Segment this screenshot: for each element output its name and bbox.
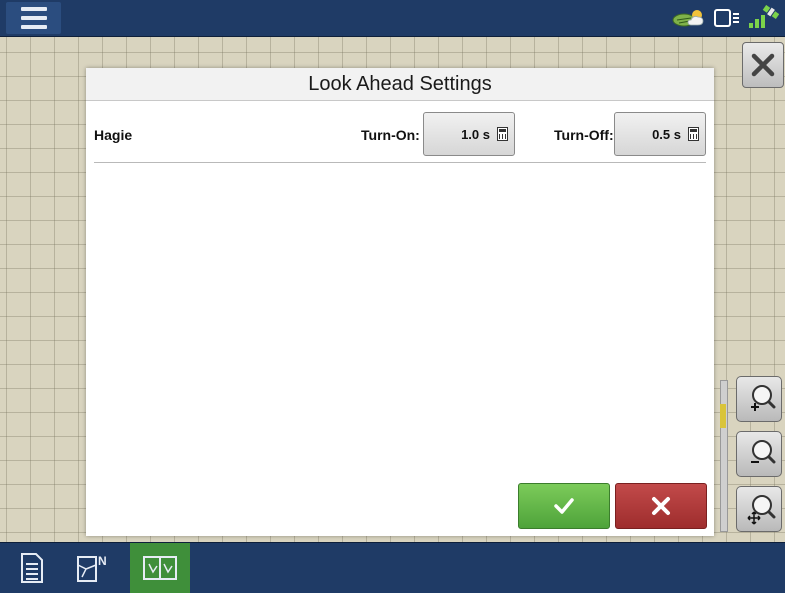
turn-on-label: Turn-On: (361, 127, 420, 143)
turn-on-value: 1.0 s (461, 127, 490, 142)
svg-text:N: N (98, 554, 107, 568)
status-icons (671, 4, 779, 32)
cancel-button[interactable] (615, 483, 707, 529)
implement-name: Hagie (94, 127, 133, 143)
tab-field-map[interactable]: N (66, 543, 118, 593)
calculator-icon (688, 127, 699, 141)
zoom-extents-button[interactable] (736, 486, 782, 532)
ok-button[interactable] (518, 483, 610, 529)
turn-off-label: Turn-Off: (554, 127, 614, 143)
implement-row: Hagie Turn-On: 1.0 s Turn-Off: 0.5 s (94, 108, 706, 163)
zoom-slider-track[interactable] (720, 380, 728, 532)
zoom-slider-thumb[interactable] (720, 404, 726, 428)
field-weather-icon[interactable] (671, 6, 707, 30)
close-icon (751, 53, 775, 77)
tab-split-view[interactable] (130, 543, 190, 593)
zoom-extents-icon (747, 495, 776, 525)
document-icon (21, 553, 43, 583)
zoom-in-button[interactable] (736, 376, 782, 422)
turn-off-field[interactable]: 0.5 s (614, 112, 706, 156)
turn-on-field[interactable]: 1.0 s (423, 112, 515, 156)
zoom-out-button[interactable] (736, 431, 782, 477)
checkmark-icon (554, 498, 574, 514)
tab-documents[interactable] (6, 543, 58, 593)
gps-signal-icon[interactable] (747, 5, 779, 31)
top-bar (0, 0, 785, 37)
calculator-icon (497, 127, 508, 141)
zoom-out-icon (751, 440, 776, 464)
x-icon (652, 497, 670, 515)
display-connection-icon[interactable] (713, 6, 741, 30)
split-view-icon (143, 556, 177, 580)
hamburger-menu-icon[interactable] (6, 2, 61, 34)
look-ahead-dialog: Look Ahead Settings Hagie Turn-On: 1.0 s… (86, 68, 714, 536)
field-map-icon: N (77, 554, 107, 582)
turn-off-value: 0.5 s (652, 127, 681, 142)
dialog-title: Look Ahead Settings (86, 68, 714, 101)
bottom-bar: N (0, 542, 785, 593)
zoom-in-icon (751, 385, 776, 411)
close-button[interactable] (742, 42, 784, 88)
